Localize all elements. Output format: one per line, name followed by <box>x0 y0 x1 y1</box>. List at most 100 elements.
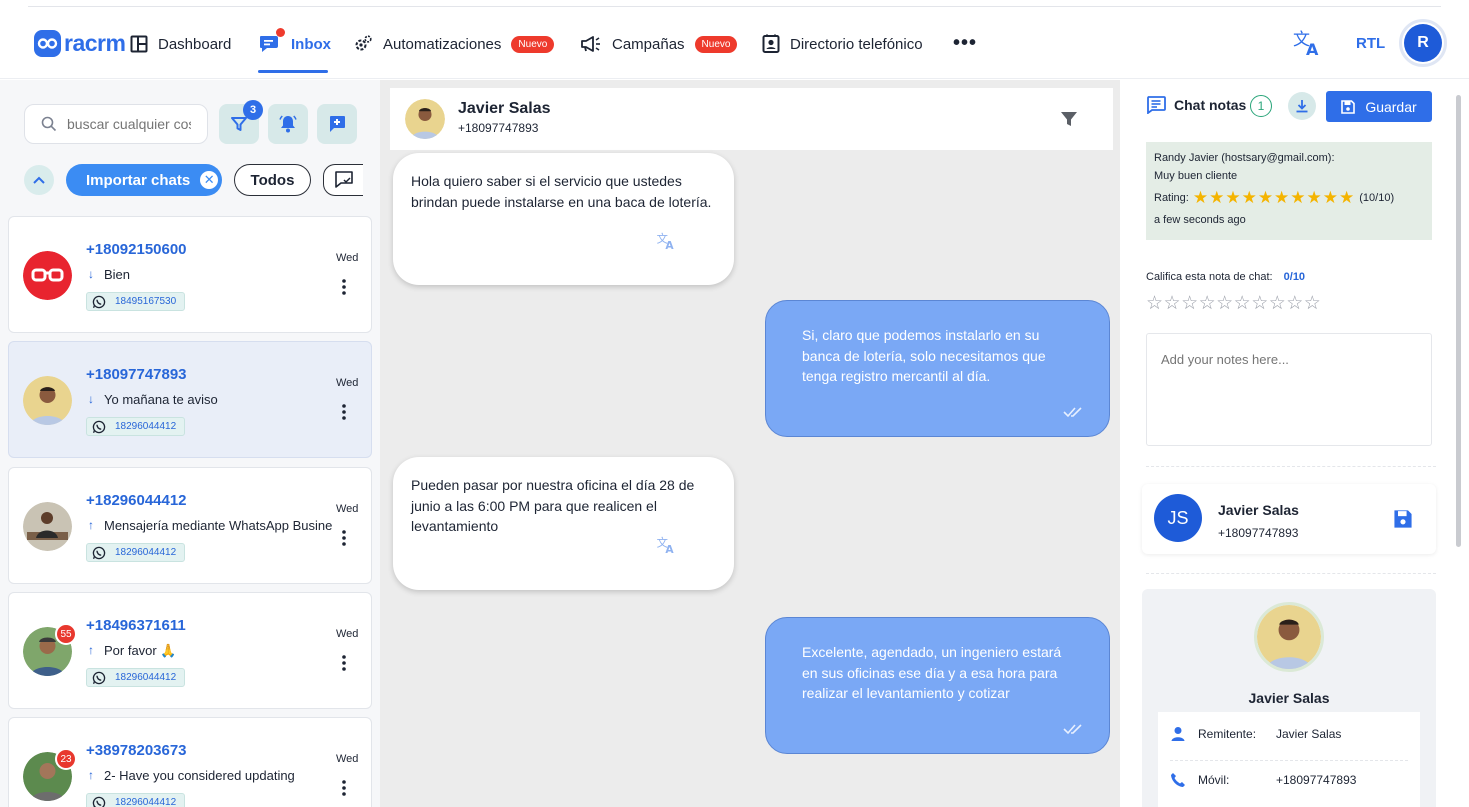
user-avatar[interactable]: R <box>1399 19 1447 67</box>
logo-text: racrm <box>64 30 126 56</box>
dashboard-icon <box>130 35 148 53</box>
chat-list-item[interactable]: +18092150600 Wed ↓ Bien 18495167530 <box>8 216 372 333</box>
filter-icon[interactable] <box>1060 110 1078 128</box>
rating-label: Rating: <box>1154 192 1189 204</box>
outgoing-message: Excelente, agendado, un ingeniero estará… <box>765 617 1110 754</box>
chat-filter-chip[interactable] <box>323 164 363 196</box>
save-note-button[interactable]: Guardar <box>1326 91 1432 122</box>
chat-list-item[interactable]: 23 +38978203673 Wed ↑ 2- Have you consid… <box>8 717 372 807</box>
arrow-up-icon: ↑ <box>88 518 94 532</box>
translate-icon[interactable]: 文A <box>1292 28 1322 63</box>
incoming-message: Hola quiero saber si el servicio que ust… <box>393 153 734 285</box>
profile-name: Javier Salas <box>1248 690 1330 706</box>
contact-avatar[interactable] <box>405 99 445 139</box>
contact-name: Javier Salas <box>458 100 551 117</box>
note-author: Randy Javier (hostsary@gmail.com): <box>1154 152 1335 164</box>
kebab-menu-icon[interactable] <box>342 780 346 796</box>
kebab-menu-icon[interactable] <box>342 530 346 546</box>
chat-phone: +18296044412 <box>86 492 187 509</box>
nav-automatizaciones-label: Automatizaciones <box>383 35 502 53</box>
translate-icon[interactable]: 文A <box>656 231 676 251</box>
sender-label: Remitente: <box>1198 727 1257 741</box>
contact-card[interactable]: JS Javier Salas +18097747893 <box>1142 484 1436 554</box>
arrow-down-icon: ↓ <box>88 267 94 281</box>
arrow-up-icon: ↑ <box>88 768 94 782</box>
chat-day: Wed <box>336 628 359 640</box>
sender-value: Javier Salas <box>1276 727 1342 741</box>
contact-avatar <box>23 376 72 425</box>
nav-dashboard-label: Dashboard <box>158 35 232 53</box>
svg-text:A: A <box>665 239 674 251</box>
more-menu-button[interactable]: ••• <box>953 32 977 55</box>
rating-stars-input[interactable]: ☆☆☆☆☆☆☆☆☆☆ <box>1146 292 1321 315</box>
floppy-disk-icon[interactable] <box>1393 509 1413 529</box>
unread-badge: 23 <box>55 748 77 770</box>
chat-check-icon <box>334 171 353 188</box>
rtl-toggle[interactable]: RTL <box>1356 35 1385 52</box>
nav-automatizaciones[interactable]: Automatizaciones Nuevo <box>353 30 555 58</box>
svg-text:A: A <box>1306 40 1319 58</box>
chat-day: Wed <box>336 377 359 389</box>
whatsapp-number-tag: 18296044412 <box>86 668 186 687</box>
nav-campanas[interactable]: Campañas Nuevo <box>580 30 738 58</box>
translate-icon[interactable]: 文A <box>656 535 676 555</box>
download-notes-button[interactable] <box>1288 92 1316 120</box>
search-box[interactable] <box>24 104 208 144</box>
notifications-button[interactable] <box>268 104 308 144</box>
rating-score: (10/10) <box>1359 192 1395 204</box>
contact-avatar <box>23 502 72 551</box>
note-entry: Randy Javier (hostsary@gmail.com): Muy b… <box>1146 142 1432 240</box>
rate-note-prompt: Califica esta nota de chat: 0/10 <box>1146 271 1305 283</box>
new-badge: Nuevo <box>694 35 738 53</box>
whatsapp-icon <box>92 671 106 684</box>
notes-count-badge: 1 <box>1250 95 1272 117</box>
rate-note-value: 0/10 <box>1283 271 1306 283</box>
arrow-down-icon: ↓ <box>88 392 94 406</box>
collapse-filters-button[interactable] <box>24 165 54 195</box>
import-chats-chip[interactable]: Importar chats ✕ <box>66 164 222 196</box>
nav-directorio[interactable]: Directorio telefónico <box>762 30 923 58</box>
divider <box>1146 573 1436 574</box>
top-divider <box>28 6 1441 7</box>
whatsapp-number: 18296044412 <box>115 547 177 558</box>
profile-details: Remitente: Javier Salas Móvil: +18097747… <box>1158 712 1420 807</box>
chat-message-text: Por favor 🙏 <box>104 643 177 658</box>
chat-last-message: ↑ 2- Have you considered updating <box>88 768 332 783</box>
chat-last-message: ↓ Bien <box>88 267 332 282</box>
new-chat-button[interactable] <box>317 104 357 144</box>
add-chat-icon <box>330 116 345 132</box>
close-icon[interactable]: ✕ <box>200 171 219 189</box>
kebab-menu-icon[interactable] <box>342 655 346 671</box>
kebab-menu-icon[interactable] <box>342 279 346 295</box>
chat-list-item[interactable]: +18097747893 Wed ↓ Yo mañana te aviso 18… <box>8 341 372 458</box>
profile-sender-row: Remitente: Javier Salas <box>1170 726 1341 742</box>
chat-last-message: ↓ Yo mañana te aviso <box>88 392 332 407</box>
arrow-up-icon: ↑ <box>88 643 94 657</box>
kebab-menu-icon[interactable] <box>342 404 346 420</box>
nav-inbox[interactable]: Inbox <box>259 30 331 58</box>
double-check-icon <box>1063 724 1082 735</box>
conversation-header: Javier Salas +18097747893 <box>390 88 1113 150</box>
double-check-icon <box>1063 407 1082 418</box>
notes-textarea-box[interactable] <box>1146 333 1432 446</box>
profile-avatar <box>1254 602 1324 672</box>
whatsapp-icon <box>92 420 106 433</box>
logo[interactable]: racrm <box>34 30 126 57</box>
message-text: Excelente, agendado, un ingeniero estará… <box>802 644 1062 701</box>
notes-scrollbar[interactable] <box>1456 95 1461 547</box>
chat-message-text: Bien <box>104 267 131 282</box>
rate-note-label: Califica esta nota de chat: <box>1146 271 1273 283</box>
contact-book-icon <box>762 34 780 53</box>
all-chats-chip[interactable]: Todos <box>234 164 311 196</box>
filter-icon <box>231 117 247 131</box>
nav-campanas-label: Campañas <box>612 35 685 53</box>
search-input[interactable] <box>67 116 191 132</box>
nav-directorio-label: Directorio telefónico <box>790 35 923 53</box>
notes-textarea[interactable] <box>1147 334 1431 445</box>
notes-title: Chat notas <box>1174 97 1247 113</box>
note-time: a few seconds ago <box>1154 214 1246 226</box>
chat-list-item[interactable]: 55 +18496371611 Wed ↑ Por favor 🙏 182960… <box>8 592 372 709</box>
divider <box>1170 760 1408 761</box>
chat-list-item[interactable]: +18296044412 Wed ↑ Mensajería mediante W… <box>8 467 372 584</box>
nav-dashboard[interactable]: Dashboard <box>130 30 231 58</box>
